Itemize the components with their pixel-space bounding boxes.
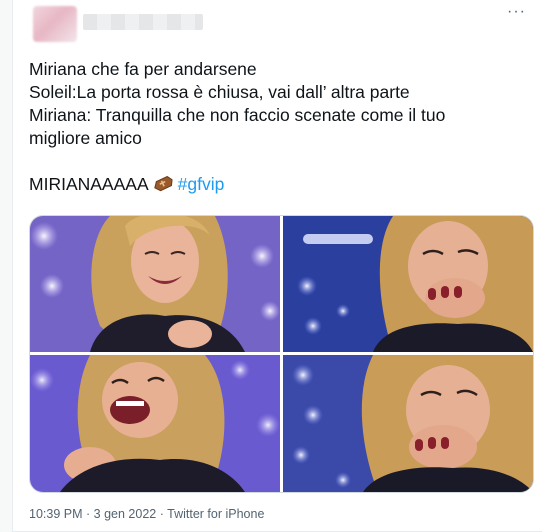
photo-laughing-2[interactable]: [283, 216, 533, 352]
tweet-header: [33, 6, 513, 42]
tweet-line-shout: MIRIANAAAAA #gfvip: [29, 173, 529, 196]
photo-laughing-4-image: [283, 355, 533, 492]
tweet-card: ··· Miriana che fa per andarsene Soleil:…: [12, 0, 542, 532]
more-options-icon[interactable]: ···: [507, 4, 527, 20]
photo-laughing-3[interactable]: [30, 355, 280, 492]
photo-laughing-4[interactable]: [283, 355, 533, 492]
tweet-time-link[interactable]: 10:39 PM · 3 gen 2022: [29, 507, 156, 521]
tweet-meta: 10:39 PM · 3 gen 2022 · Twitter for iPho…: [29, 507, 264, 521]
coffin-emoji-icon: [153, 176, 173, 192]
meta-separator-2: ·: [159, 507, 164, 521]
photo-laughing-3-image: [30, 355, 280, 492]
tweet-line-2: Soleil:La porta rossa è chiusa, vai dall…: [29, 82, 410, 102]
tweet-date: 3 gen 2022: [93, 507, 157, 521]
media-grid: [29, 215, 534, 493]
hashtag-link[interactable]: #gfvip: [178, 174, 225, 194]
photo-laughing-1-image: [30, 216, 280, 352]
tweet-text: Miriana che fa per andarsene Soleil:La p…: [29, 58, 529, 196]
tweet-line-4: migliore amico: [29, 128, 142, 148]
photo-laughing-2-image: [283, 216, 533, 352]
tweet-time: 10:39 PM: [29, 507, 83, 521]
photo-laughing-1[interactable]: [30, 216, 280, 352]
shout-text: MIRIANAAAAA: [29, 174, 149, 194]
avatar[interactable]: [33, 6, 77, 42]
tweet-source-link[interactable]: Twitter for iPhone: [167, 507, 264, 521]
tweet-line-1: Miriana che fa per andarsene: [29, 59, 257, 79]
tweet-line-3: Miriana: Tranquilla che non faccio scena…: [29, 105, 446, 125]
meta-separator-1: ·: [86, 507, 91, 521]
author-name-blurred[interactable]: [83, 14, 203, 30]
